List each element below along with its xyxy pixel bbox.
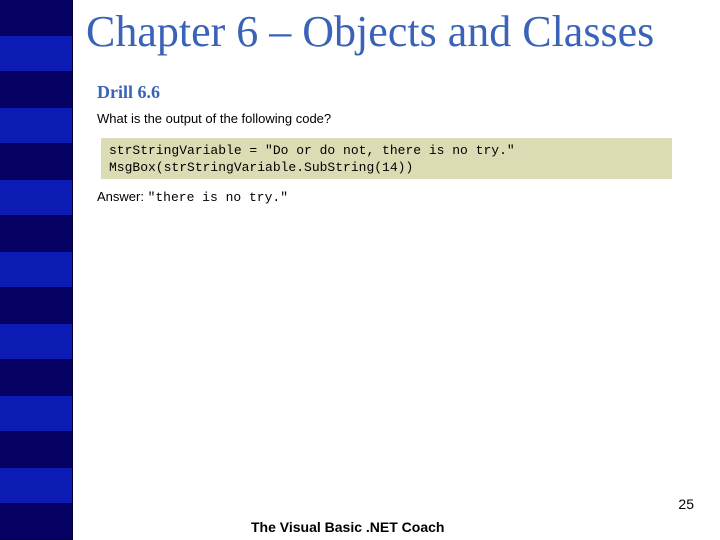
drill-heading: Drill 6.6 bbox=[97, 82, 160, 102]
answer-label: Answer: bbox=[97, 189, 148, 204]
sidebar-stripe bbox=[0, 360, 72, 396]
sidebar-stripe bbox=[0, 252, 72, 288]
answer-value: "there is no try." bbox=[147, 190, 289, 205]
sidebar-stripe bbox=[0, 468, 72, 504]
question-text: What is the output of the following code… bbox=[97, 111, 332, 126]
sidebar-stripe bbox=[0, 144, 72, 180]
sidebar-stripe bbox=[0, 180, 72, 216]
page-number: 25 bbox=[678, 496, 694, 512]
sidebar-stripe bbox=[0, 36, 72, 72]
sidebar-stripe bbox=[0, 504, 72, 540]
sidebar-stripe bbox=[0, 108, 72, 144]
code-block: strStringVariable = "Do or do not, there… bbox=[101, 138, 672, 179]
slide-title: Chapter 6 – Objects and Classes bbox=[86, 7, 655, 56]
code-line: MsgBox(strStringVariable.SubString(14)) bbox=[109, 160, 414, 175]
sidebar-stripe bbox=[0, 432, 72, 468]
sidebar-stripe bbox=[0, 324, 72, 360]
sidebar-stripe bbox=[0, 72, 72, 108]
sidebar-stripe bbox=[0, 0, 72, 36]
sidebar-stripe bbox=[0, 288, 72, 324]
footer-text: The Visual Basic .NET Coach bbox=[251, 519, 445, 535]
sidebar-stripe bbox=[0, 396, 72, 432]
code-line: strStringVariable = "Do or do not, there… bbox=[109, 143, 515, 158]
answer: Answer: "there is no try." bbox=[97, 189, 288, 205]
sidebar-stripe bbox=[0, 216, 72, 252]
decorative-sidebar bbox=[0, 0, 73, 540]
